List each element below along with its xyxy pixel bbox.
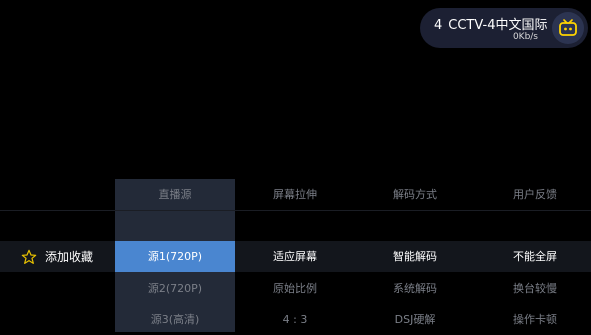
option-slow-switch[interactable]: 换台较慢 [475, 273, 591, 304]
option-system-decode[interactable]: 系统解码 [355, 273, 475, 304]
option-laggy-operation[interactable]: 操作卡顿 [475, 304, 591, 335]
channel-number: 4 [434, 18, 443, 33]
star-icon [21, 249, 37, 264]
option-source-2[interactable]: 源2(720P) [115, 273, 235, 304]
option-source-3[interactable]: 源3(高清) [115, 304, 235, 335]
menu-header: 直播源 屏幕拉伸 解码方式 用户反馈 [0, 180, 591, 210]
header-divider [0, 210, 591, 211]
option-source-1[interactable]: 源1(720P) [115, 241, 235, 272]
option-no-fullscreen[interactable]: 不能全屏 [475, 241, 591, 272]
tab-decode-mode[interactable]: 解码方式 [355, 180, 475, 210]
option-original-ratio[interactable]: 原始比例 [235, 273, 355, 304]
option-smart-decode[interactable]: 智能解码 [355, 241, 475, 272]
option-ratio-4-3[interactable]: 4 : 3 [235, 304, 355, 335]
channel-info-pill: 4 CCTV-4中文国际 0Kb/s [420, 8, 588, 48]
tv-icon[interactable] [552, 12, 584, 44]
add-favorite-button[interactable]: 添加收藏 [0, 241, 115, 272]
network-speed: 0Kb/s [512, 32, 538, 42]
tab-user-feedback[interactable]: 用户反馈 [475, 180, 591, 210]
tab-live-source[interactable]: 直播源 [115, 180, 235, 210]
option-fit-screen[interactable]: 适应屏幕 [235, 241, 355, 272]
option-dsj-hard-decode[interactable]: DSJ硬解 [355, 304, 475, 335]
channel-title: 4 CCTV-4中文国际 [434, 14, 547, 33]
channel-name: CCTV-4中文国际 [448, 18, 548, 33]
tab-screen-stretch[interactable]: 屏幕拉伸 [235, 180, 355, 210]
add-favorite-label: 添加收藏 [45, 250, 94, 264]
